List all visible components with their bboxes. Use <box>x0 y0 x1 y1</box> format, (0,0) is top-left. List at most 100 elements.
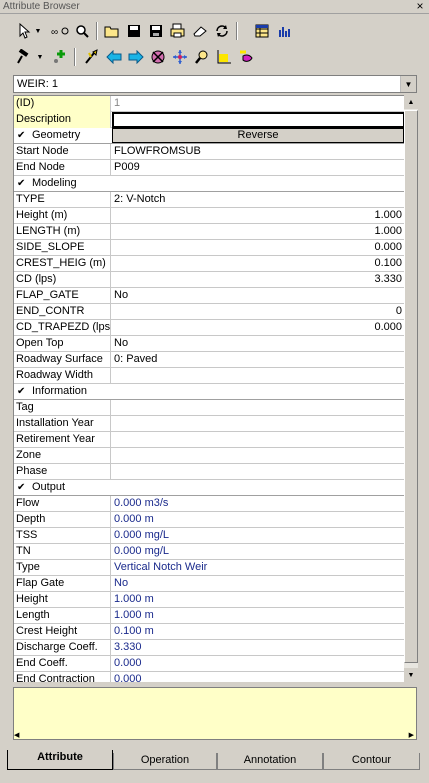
scroll-right-arrow[interactable]: ▶ <box>409 731 414 739</box>
property-value[interactable]: 3.330 <box>112 640 404 656</box>
property-row[interactable]: CREST_HEIG (m) 0.100 <box>14 256 404 272</box>
property-value[interactable]: No <box>112 336 404 352</box>
category-output[interactable]: ✔ Output <box>14 480 404 496</box>
property-row[interactable]: Zone <box>14 448 404 464</box>
tab-contour[interactable]: Contour <box>323 753 420 770</box>
plot-icon[interactable] <box>214 46 234 68</box>
property-value[interactable]: 1.000 <box>112 224 404 240</box>
property-value[interactable]: 0: Paved <box>112 352 404 368</box>
property-row[interactable]: Height (m) 1.000 <box>14 208 404 224</box>
property-value[interactable]: 3.330 <box>112 272 404 288</box>
property-value[interactable] <box>112 416 404 432</box>
table-icon[interactable] <box>252 20 272 42</box>
chart-icon[interactable] <box>274 20 294 42</box>
checkmark-icon[interactable]: ✔ <box>17 387 27 397</box>
property-row[interactable]: LENGTH (m) 1.000 <box>14 224 404 240</box>
property-row[interactable]: Crest Height 0.100 m <box>14 624 404 640</box>
property-value[interactable] <box>112 112 404 128</box>
arrow-right-icon[interactable] <box>126 46 146 68</box>
open-icon[interactable] <box>102 20 122 42</box>
pointer-icon[interactable] <box>14 20 34 42</box>
property-value[interactable] <box>112 368 404 384</box>
zoom-icon[interactable] <box>192 46 212 68</box>
property-value[interactable]: P009 <box>112 160 404 176</box>
add-node-icon[interactable] <box>50 46 70 68</box>
property-value[interactable]: 0.000 <box>112 240 404 256</box>
property-row[interactable]: Tag <box>14 400 404 416</box>
property-value[interactable]: 0.100 <box>112 256 404 272</box>
property-row[interactable]: End Coeff. 0.000 <box>14 656 404 672</box>
print-icon[interactable] <box>168 20 188 42</box>
property-value[interactable]: No <box>112 576 404 592</box>
property-value[interactable]: FLOWFROMSUB <box>112 144 404 160</box>
property-row[interactable]: End Node P009 <box>14 160 404 176</box>
vertical-scrollbar[interactable]: ▲ ▼ <box>404 95 418 682</box>
tab-operation[interactable]: Operation <box>113 753 217 770</box>
property-row[interactable]: Installation Year <box>14 416 404 432</box>
close-button[interactable]: × <box>413 0 427 13</box>
hammer-icon[interactable] <box>14 46 34 68</box>
property-row[interactable]: Roadway Width <box>14 368 404 384</box>
property-value[interactable] <box>112 464 404 480</box>
category-geometry[interactable]: ✔ Geometry Reverse <box>14 128 404 144</box>
category-information[interactable]: ✔ Information <box>14 384 404 400</box>
property-row[interactable]: Type Vertical Notch Weir <box>14 560 404 576</box>
link-icon[interactable]: ∞ <box>50 20 70 42</box>
property-row[interactable]: Flow 0.000 m3/s <box>14 496 404 512</box>
property-value[interactable]: 0.000 mg/L <box>112 544 404 560</box>
hammer-dropdown[interactable]: ▼ <box>36 46 44 68</box>
property-row[interactable]: SIDE_SLOPE 0.000 <box>14 240 404 256</box>
checkmark-icon[interactable]: ✔ <box>17 179 27 189</box>
tab-annotation[interactable]: Annotation <box>217 753 323 770</box>
reverse-button[interactable]: Reverse <box>112 128 404 143</box>
property-row[interactable]: TYPE 2: V-Notch <box>14 192 404 208</box>
paint-icon[interactable] <box>236 46 256 68</box>
property-row[interactable]: Roadway Surface 0: Paved <box>14 352 404 368</box>
property-row[interactable]: CD_TRAPEZD (lps) 0.000 <box>14 320 404 336</box>
property-row[interactable]: Height 1.000 m <box>14 592 404 608</box>
property-row[interactable]: CD (lps) 3.330 <box>14 272 404 288</box>
property-row[interactable]: TN 0.000 mg/L <box>14 544 404 560</box>
property-row[interactable]: (ID) 1 <box>14 96 404 112</box>
checkmark-icon[interactable]: ✔ <box>17 483 27 493</box>
property-row[interactable]: Retirement Year <box>14 432 404 448</box>
property-value[interactable]: 2: V-Notch <box>112 192 404 208</box>
property-row[interactable]: END_CONTR 0 <box>14 304 404 320</box>
property-row[interactable]: Description <box>14 112 404 128</box>
property-row[interactable]: FLAP_GATE No <box>14 288 404 304</box>
scroll-down-arrow[interactable]: ▼ <box>404 668 418 682</box>
property-value[interactable]: 1.000 <box>112 208 404 224</box>
property-row[interactable]: Discharge Coeff. 3.330 <box>14 640 404 656</box>
property-value[interactable] <box>112 448 404 464</box>
property-value[interactable]: 1.000 m <box>112 592 404 608</box>
property-value[interactable]: 1 <box>112 96 404 112</box>
property-value[interactable]: 0.100 m <box>112 624 404 640</box>
scroll-left-arrow[interactable]: ◀ <box>14 731 22 739</box>
tab-attribute[interactable]: Attribute <box>7 750 113 770</box>
category-modeling[interactable]: ✔ Modeling <box>14 176 404 192</box>
refresh-icon[interactable] <box>212 20 232 42</box>
property-row[interactable]: Depth 0.000 m <box>14 512 404 528</box>
scroll-thumb[interactable] <box>404 110 418 663</box>
arrow-left-icon[interactable] <box>104 46 124 68</box>
element-selector[interactable]: WEIR: 1 ▼ <box>13 75 417 93</box>
pointer-dropdown[interactable]: ▼ <box>34 20 42 42</box>
scroll-up-arrow[interactable]: ▲ <box>404 95 418 109</box>
property-row[interactable]: Phase <box>14 464 404 480</box>
checkmark-icon[interactable]: ✔ <box>17 131 27 141</box>
property-value[interactable]: 1.000 m <box>112 608 404 624</box>
property-value[interactable]: 0.000 m3/s <box>112 496 404 512</box>
property-row[interactable]: Start Node FLOWFROMSUB <box>14 144 404 160</box>
select-all-icon[interactable] <box>148 46 168 68</box>
property-row[interactable]: Flap Gate No <box>14 576 404 592</box>
property-value[interactable]: 0.000 <box>112 656 404 672</box>
property-row[interactable]: End Contraction 0.000 <box>14 672 404 682</box>
property-value[interactable] <box>112 400 404 416</box>
property-value[interactable]: 0.000 m <box>112 512 404 528</box>
property-row[interactable]: Length 1.000 m <box>14 608 404 624</box>
find-icon[interactable] <box>72 20 92 42</box>
property-value[interactable]: 0.000 <box>112 672 404 682</box>
property-value[interactable]: No <box>112 288 404 304</box>
property-value[interactable]: 0.000 mg/L <box>112 528 404 544</box>
property-value[interactable]: 0 <box>112 304 404 320</box>
